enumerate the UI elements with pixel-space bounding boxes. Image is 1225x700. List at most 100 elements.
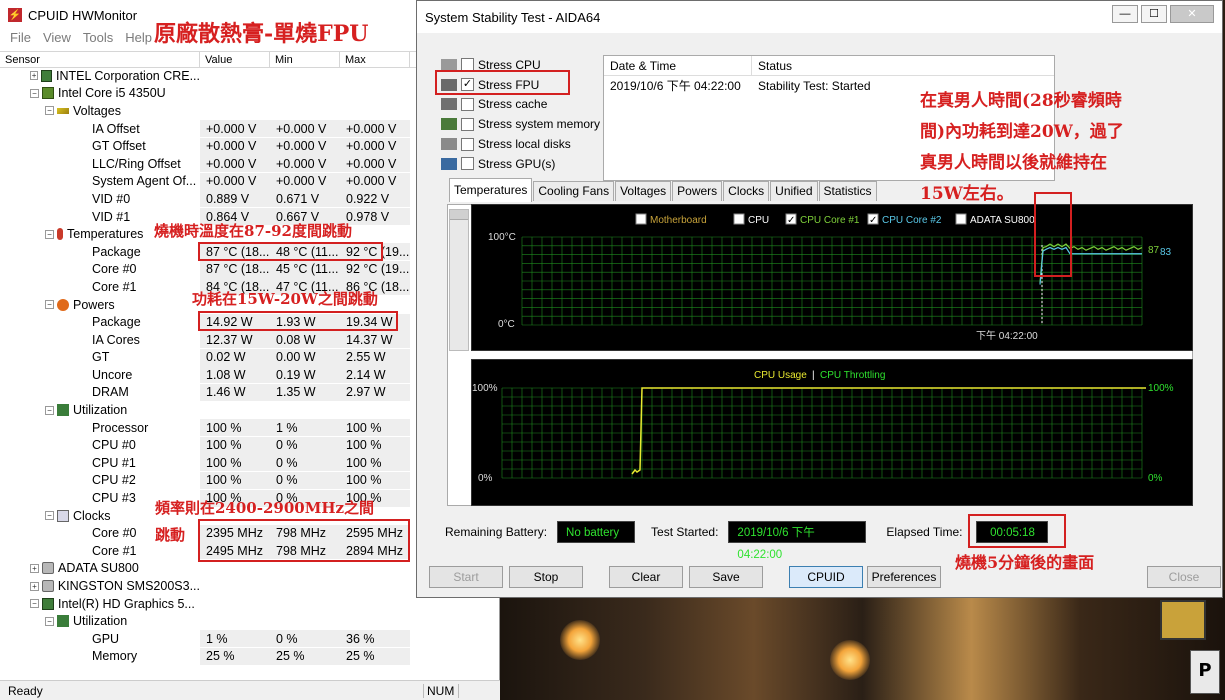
sensor-max: 100 % bbox=[346, 473, 382, 488]
stress-checkbox[interactable] bbox=[461, 137, 474, 151]
stress-option[interactable]: Stress cache bbox=[441, 95, 600, 115]
preferences-button[interactable]: Preferences bbox=[867, 566, 941, 588]
sensor-values: 0.02 W 0.00 W 2.55 W bbox=[200, 348, 410, 366]
test-started-value: 2019/10/6 下午 04:22:00 bbox=[728, 521, 867, 561]
tab-statistics[interactable]: Statistics bbox=[818, 181, 877, 201]
highlight-stress-fpu bbox=[435, 70, 570, 95]
sensor-max: 2.97 W bbox=[346, 385, 386, 400]
stress-option[interactable]: Stress GPU(s) bbox=[441, 154, 600, 174]
close-window-button[interactable]: ✕ bbox=[1170, 5, 1214, 23]
sensor-label: Utilization bbox=[73, 403, 128, 418]
expand-icon[interactable]: + bbox=[30, 563, 39, 573]
tab-powers[interactable]: Powers bbox=[672, 181, 723, 201]
sensor-name-cell: + KINGSTON SMS200S3... bbox=[0, 579, 200, 593]
sensor-name-cell: Package bbox=[0, 245, 200, 259]
stress-option[interactable]: Stress system memory bbox=[441, 114, 600, 134]
annotation-turbo-2: 間)內功耗到達20W，過了 bbox=[920, 122, 1124, 142]
graph-scrollbar-thumb[interactable] bbox=[450, 210, 468, 220]
legend-checkbox[interactable] bbox=[733, 213, 745, 225]
thermometer-icon bbox=[57, 228, 63, 241]
maximize-button[interactable]: ☐ bbox=[1141, 5, 1167, 23]
legend-label: Motherboard bbox=[650, 215, 707, 226]
stop-button[interactable]: Stop bbox=[509, 566, 583, 588]
collapse-icon[interactable]: − bbox=[45, 300, 54, 310]
sensor-name-cell: IA Cores bbox=[0, 333, 200, 347]
menu-file[interactable]: File bbox=[10, 30, 31, 48]
graph-scrollbar[interactable] bbox=[449, 209, 469, 351]
stress-checkbox[interactable] bbox=[461, 97, 474, 111]
tab-clocks[interactable]: Clocks bbox=[723, 181, 770, 201]
aida64-title-bar[interactable]: System Stability Test - AIDA64 — ☐ ✕ bbox=[417, 1, 1222, 33]
sensor-max: 14.37 W bbox=[346, 332, 393, 347]
sensor-values: 100 % 0 % 100 % bbox=[200, 471, 410, 489]
stress-checkbox[interactable] bbox=[461, 157, 474, 171]
sensor-label: Processor bbox=[92, 420, 149, 435]
tab-cooling-fans[interactable]: Cooling Fans bbox=[533, 181, 615, 201]
sensor-min: +0.000 V bbox=[276, 121, 327, 136]
expand-icon[interactable]: + bbox=[30, 581, 39, 591]
column-header-min[interactable]: Min bbox=[270, 52, 340, 67]
menu-help[interactable]: Help bbox=[125, 30, 152, 48]
collapse-icon[interactable]: − bbox=[45, 229, 54, 239]
sensor-row[interactable]: Memory 25 % 25 % 25 % bbox=[0, 647, 500, 666]
core1-end-value: 87 bbox=[1148, 245, 1160, 256]
sensor-min: 1.35 W bbox=[276, 385, 316, 400]
sensor-max: 100 % bbox=[346, 438, 382, 453]
sensor-name-cell: Memory bbox=[0, 649, 200, 663]
tab-temperatures[interactable]: Temperatures bbox=[449, 178, 533, 202]
sensor-name-cell: CPU #1 bbox=[0, 456, 200, 470]
cpuid-button[interactable]: CPUID bbox=[789, 566, 863, 588]
stress-option[interactable]: Stress local disks bbox=[441, 134, 600, 154]
sensor-group-row[interactable]: − Utilization bbox=[0, 612, 500, 630]
sensor-max: +0.000 V bbox=[346, 156, 397, 171]
column-header-sensor[interactable]: Sensor bbox=[0, 52, 200, 67]
sensor-name-cell: Uncore bbox=[0, 368, 200, 382]
tab-unified[interactable]: Unified bbox=[770, 181, 818, 201]
sensor-min: 1 % bbox=[276, 420, 298, 435]
sensor-max: +0.000 V bbox=[346, 139, 397, 154]
legend-checkbox[interactable] bbox=[955, 213, 967, 225]
column-header-max[interactable]: Max bbox=[340, 52, 410, 67]
save-button[interactable]: Save bbox=[689, 566, 763, 588]
stress-label: Stress local disks bbox=[478, 137, 571, 152]
parking-sign-icon: P bbox=[1190, 650, 1220, 694]
collapse-icon[interactable]: − bbox=[30, 599, 39, 609]
disk-icon bbox=[41, 580, 54, 593]
collapse-icon[interactable]: − bbox=[45, 511, 54, 521]
sensor-value: 100 % bbox=[206, 420, 242, 435]
utilization-icon bbox=[57, 615, 69, 628]
sensor-name-cell: LLC/Ring Offset bbox=[0, 157, 200, 171]
column-status[interactable]: Status bbox=[752, 56, 1054, 75]
tab-voltages[interactable]: Voltages bbox=[615, 181, 672, 201]
sensor-name-cell: Core #1 bbox=[0, 280, 200, 294]
column-date-time[interactable]: Date & Time bbox=[604, 56, 752, 75]
sensor-row[interactable]: GPU 1 % 0 % 36 % bbox=[0, 630, 500, 648]
sensor-name-cell: GT Offset bbox=[0, 139, 200, 153]
sensor-values: 87 °C (18... 45 °C (11... 92 °C (19... bbox=[200, 260, 410, 278]
collapse-icon[interactable]: − bbox=[45, 106, 54, 116]
collapse-icon[interactable]: − bbox=[45, 405, 54, 415]
hwmonitor-status-bar: Ready NUM bbox=[0, 680, 500, 700]
menu-view[interactable]: View bbox=[43, 30, 71, 48]
clear-button[interactable]: Clear bbox=[609, 566, 683, 588]
annotation-turbo-1: 在真男人時間(28秒睿頻時 bbox=[920, 91, 1122, 111]
column-header-value[interactable]: Value bbox=[200, 52, 270, 67]
sensor-values: 100 % 0 % 100 % bbox=[200, 436, 410, 454]
sensor-name-cell: CPU #0 bbox=[0, 438, 200, 452]
sensor-values: 0.889 V 0.671 V 0.922 V bbox=[200, 190, 410, 208]
sensor-label: VID #0 bbox=[92, 191, 131, 206]
stress-checkbox[interactable] bbox=[461, 117, 474, 131]
gpu-icon bbox=[42, 597, 54, 610]
expand-icon[interactable]: + bbox=[30, 71, 39, 81]
sensor-label: CPU #0 bbox=[92, 438, 136, 453]
minimize-button[interactable]: — bbox=[1112, 5, 1138, 23]
start-button[interactable]: Start bbox=[429, 566, 503, 588]
close-button[interactable]: Close bbox=[1147, 566, 1221, 588]
status-date-time: 2019/10/6 下午 04:22:00 bbox=[610, 79, 741, 93]
legend-check-icon: ✓ bbox=[869, 215, 877, 226]
collapse-icon[interactable]: − bbox=[45, 616, 54, 626]
menu-tools[interactable]: Tools bbox=[83, 30, 113, 48]
legend-checkbox[interactable] bbox=[635, 213, 647, 225]
collapse-icon[interactable]: − bbox=[30, 88, 39, 98]
sensor-name-cell: VID #0 bbox=[0, 192, 200, 206]
